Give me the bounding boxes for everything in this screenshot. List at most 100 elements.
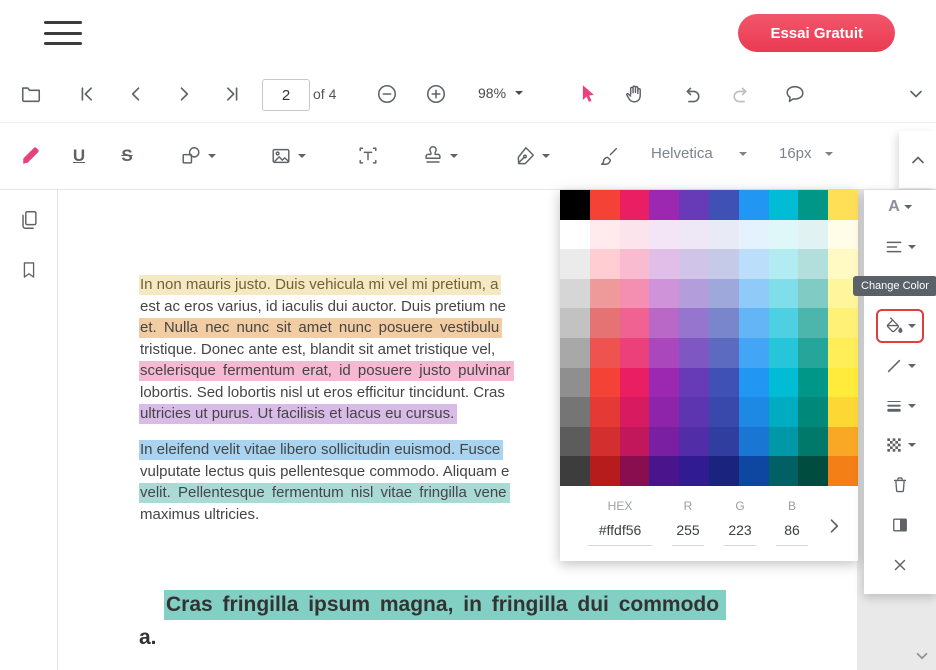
color-swatch[interactable]	[620, 249, 650, 279]
color-swatch[interactable]	[739, 220, 769, 250]
color-swatch[interactable]	[798, 190, 828, 220]
more-tools-chevron-down-icon[interactable]	[901, 79, 931, 109]
color-swatch[interactable]	[649, 456, 679, 486]
strikethrough-icon[interactable]: S	[112, 141, 142, 171]
color-swatch[interactable]	[709, 338, 739, 368]
green-field[interactable]: G 223	[724, 499, 756, 546]
color-swatch[interactable]	[709, 249, 739, 279]
page-number-input[interactable]	[262, 79, 310, 111]
color-swatch[interactable]	[649, 249, 679, 279]
highlighter-icon[interactable]	[16, 141, 46, 171]
zoom-level-dropdown[interactable]: 98%	[478, 85, 523, 101]
color-swatch[interactable]	[798, 456, 828, 486]
color-swatch[interactable]	[649, 368, 679, 398]
color-swatch[interactable]	[620, 279, 650, 309]
color-swatch[interactable]	[649, 190, 679, 220]
color-swatch[interactable]	[590, 249, 620, 279]
color-swatch[interactable]	[560, 368, 590, 398]
last-page-icon[interactable]	[217, 79, 247, 109]
color-swatch[interactable]	[828, 308, 858, 338]
brush-icon[interactable]	[594, 141, 624, 171]
color-swatch[interactable]	[798, 397, 828, 427]
color-swatch[interactable]	[560, 397, 590, 427]
color-swatch[interactable]	[620, 397, 650, 427]
color-swatch[interactable]	[620, 190, 650, 220]
color-swatch[interactable]	[560, 308, 590, 338]
signature-dropdown[interactable]	[512, 141, 552, 171]
color-swatch[interactable]	[769, 220, 799, 250]
blue-field[interactable]: B 86	[776, 499, 808, 546]
open-file-icon[interactable]	[16, 79, 46, 109]
scroll-down-chevron-icon[interactable]	[911, 645, 933, 667]
color-swatch[interactable]	[679, 220, 709, 250]
color-swatch[interactable]	[620, 220, 650, 250]
color-swatch[interactable]	[769, 249, 799, 279]
color-swatch[interactable]	[769, 456, 799, 486]
hex-value[interactable]: #ffdf56	[588, 522, 652, 546]
close-panel-button[interactable]	[891, 551, 909, 579]
first-page-icon[interactable]	[72, 79, 102, 109]
color-swatch[interactable]	[560, 249, 590, 279]
color-swatch[interactable]	[620, 456, 650, 486]
hex-field[interactable]: HEX #ffdf56	[588, 499, 652, 546]
color-swatch[interactable]	[739, 397, 769, 427]
color-swatch[interactable]	[828, 190, 858, 220]
color-swatch[interactable]	[709, 220, 739, 250]
color-swatch[interactable]	[828, 338, 858, 368]
next-page-icon[interactable]	[169, 79, 199, 109]
comment-icon[interactable]	[780, 79, 810, 109]
color-swatch[interactable]	[560, 338, 590, 368]
color-swatch[interactable]	[649, 427, 679, 457]
color-swatch[interactable]	[739, 427, 769, 457]
color-swatch[interactable]	[739, 338, 769, 368]
color-swatch[interactable]	[560, 279, 590, 309]
color-swatch[interactable]	[649, 279, 679, 309]
color-swatch[interactable]	[769, 427, 799, 457]
color-swatch[interactable]	[620, 338, 650, 368]
color-swatch[interactable]	[590, 427, 620, 457]
copy-pages-icon[interactable]	[15, 206, 43, 234]
font-family-dropdown[interactable]: Helvetica	[651, 145, 747, 162]
zoom-in-icon[interactable]	[421, 79, 451, 109]
bookmark-icon[interactable]	[15, 256, 43, 284]
chevron-right-icon[interactable]	[824, 516, 844, 536]
color-swatch[interactable]	[739, 279, 769, 309]
color-swatch[interactable]	[560, 427, 590, 457]
line-color-button[interactable]	[884, 352, 916, 380]
fill-color-button[interactable]	[876, 309, 924, 343]
hamburger-icon[interactable]	[44, 21, 82, 45]
color-swatch[interactable]	[798, 220, 828, 250]
color-swatch[interactable]	[798, 308, 828, 338]
color-swatch[interactable]	[828, 220, 858, 250]
color-swatch[interactable]	[769, 397, 799, 427]
color-swatch[interactable]	[620, 308, 650, 338]
stamp-dropdown[interactable]	[420, 141, 460, 171]
color-swatch[interactable]	[828, 456, 858, 486]
color-swatch[interactable]	[739, 249, 769, 279]
color-swatch[interactable]	[769, 338, 799, 368]
color-swatch[interactable]	[709, 456, 739, 486]
hand-icon[interactable]	[620, 79, 650, 109]
font-size-dropdown[interactable]: 16px	[779, 145, 833, 162]
color-swatch[interactable]	[739, 308, 769, 338]
red-value[interactable]: 255	[672, 522, 704, 546]
color-swatch[interactable]	[709, 427, 739, 457]
zoom-out-icon[interactable]	[372, 79, 402, 109]
color-swatch[interactable]	[739, 368, 769, 398]
color-swatch[interactable]	[769, 190, 799, 220]
color-swatch[interactable]	[828, 427, 858, 457]
image-dropdown[interactable]	[268, 141, 308, 171]
color-swatch[interactable]	[769, 308, 799, 338]
color-swatch[interactable]	[828, 249, 858, 279]
color-swatch[interactable]	[769, 279, 799, 309]
font-color-button[interactable]: A	[888, 193, 912, 221]
color-swatch[interactable]	[649, 338, 679, 368]
color-swatch[interactable]	[709, 190, 739, 220]
color-swatch[interactable]	[828, 368, 858, 398]
color-swatch[interactable]	[709, 308, 739, 338]
color-swatch[interactable]	[590, 368, 620, 398]
color-swatch[interactable]	[739, 190, 769, 220]
prev-page-icon[interactable]	[121, 79, 151, 109]
color-swatch[interactable]	[560, 456, 590, 486]
color-swatch[interactable]	[679, 397, 709, 427]
